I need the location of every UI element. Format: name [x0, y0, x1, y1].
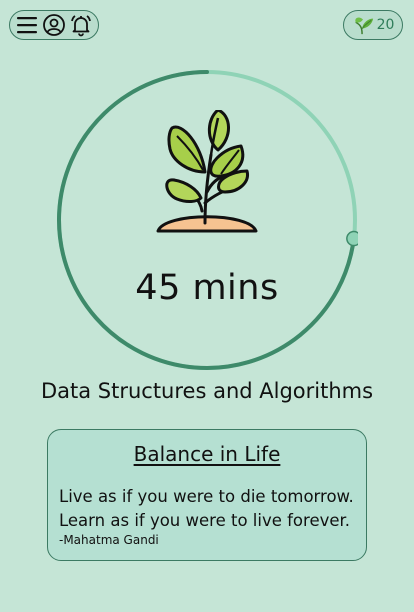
- quote-line-2: Learn as if you were to live forever.: [59, 511, 351, 530]
- user-circle-icon[interactable]: [42, 13, 66, 37]
- timer-display: 45 mins: [135, 268, 279, 308]
- timer-handle[interactable]: [346, 230, 358, 247]
- plant-sprout-illustration: [156, 110, 258, 233]
- menu-icon[interactable]: [15, 13, 39, 37]
- quote-line-1: Live as if you were to die tomorrow.: [59, 487, 354, 506]
- quote-author: -Mahatma Gandi: [59, 533, 159, 547]
- coin-count: 20: [376, 17, 395, 33]
- header-actions: [9, 10, 99, 40]
- coin-balance[interactable]: 20: [343, 10, 403, 40]
- sprout-icon: [354, 17, 373, 35]
- bell-icon[interactable]: [69, 13, 93, 37]
- quote-text: Live as if you were to die tomorrow. Lea…: [59, 485, 355, 533]
- quote-title: Balance in Life: [133, 442, 281, 466]
- task-title: Data Structures and Algorithms: [40, 379, 374, 403]
- quote-card: Balance in Life Live as if you were to d…: [47, 429, 367, 561]
